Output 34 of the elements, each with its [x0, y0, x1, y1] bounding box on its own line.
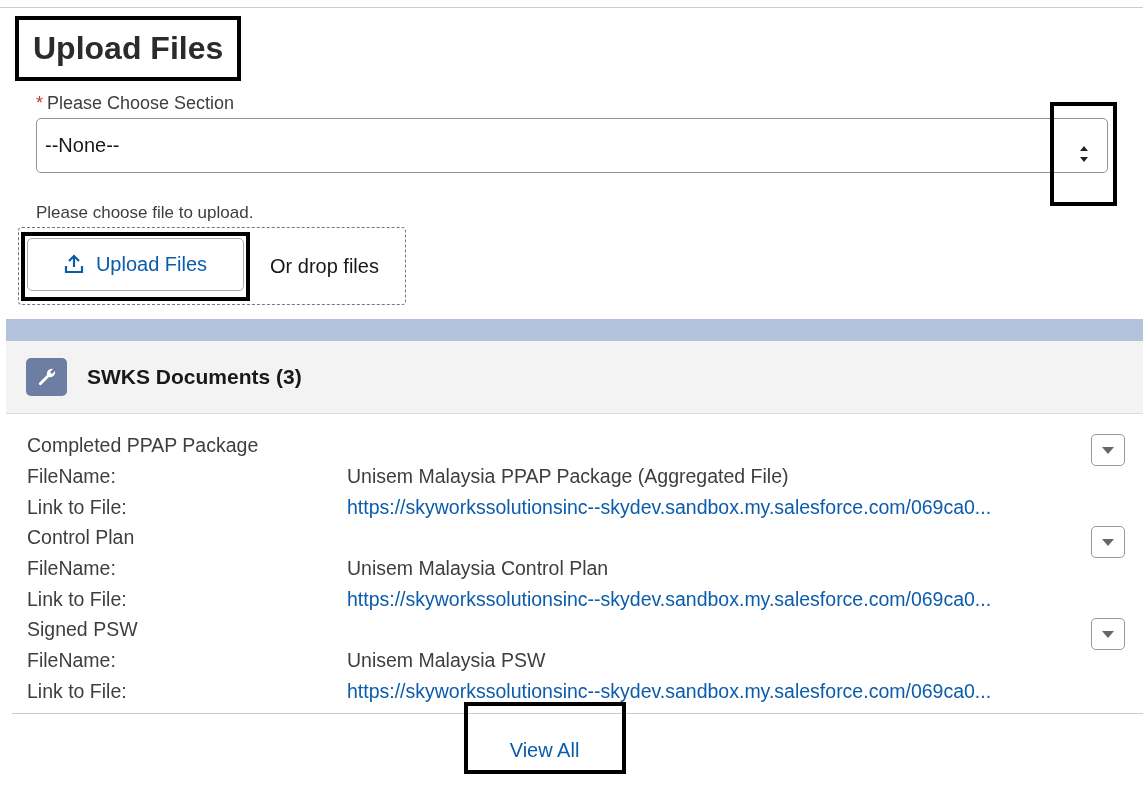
field-label: Link to File:	[27, 588, 128, 611]
row-menu-button[interactable]	[1091, 434, 1125, 466]
field-label: FileName:	[27, 465, 117, 488]
document-title: Signed PSW	[27, 618, 139, 641]
wrench-icon	[26, 358, 67, 396]
file-name: Unisem Malaysia Control Plan	[347, 557, 610, 580]
caret-icon	[1101, 445, 1115, 455]
field-label: Please Choose Section	[47, 93, 235, 114]
sort-arrows-icon	[1078, 145, 1089, 163]
field-label: FileName:	[27, 649, 117, 672]
page-title: Upload Files	[32, 29, 225, 68]
field-label: Link to File:	[27, 680, 128, 703]
drop-text: Or drop files	[270, 254, 379, 278]
required-mark: *	[36, 93, 43, 114]
field-label: FileName:	[27, 557, 117, 580]
file-name: Unisem Malaysia PPAP Package (Aggregated File)	[347, 465, 790, 488]
file-link[interactable]: https://skyworkssolutionsinc--skydev.sandbox.my.salesforce.com/069ca0...	[347, 496, 1085, 519]
file-name: Unisem Malaysia PSW	[347, 649, 547, 672]
field-label: Link to File:	[27, 496, 128, 519]
file-link[interactable]: https://skyworkssolutionsinc--skydev.sandbox.my.salesforce.com/069ca0...	[347, 588, 1085, 611]
upload-button[interactable]: Upload Files	[27, 237, 244, 291]
row-menu-button[interactable]	[1091, 618, 1125, 650]
upload-icon	[63, 254, 84, 274]
section-select[interactable]: --None--	[36, 118, 1108, 173]
drop-zone[interactable]: Upload Files Or drop files	[18, 227, 406, 305]
caret-icon	[1101, 537, 1115, 547]
document-title: Completed PPAP Package	[27, 434, 260, 457]
caret-icon	[1101, 629, 1115, 639]
file-link[interactable]: https://skyworkssolutionsinc--skydev.sandbox.my.salesforce.com/069ca0...	[347, 680, 1085, 703]
view-all-link[interactable]: View All	[509, 739, 580, 762]
document-title: Control Plan	[27, 526, 136, 549]
upload-hint: Please choose file to upload.	[36, 203, 255, 223]
row-menu-button[interactable]	[1091, 526, 1125, 558]
card-title: SWKS Documents (3)	[87, 365, 302, 389]
